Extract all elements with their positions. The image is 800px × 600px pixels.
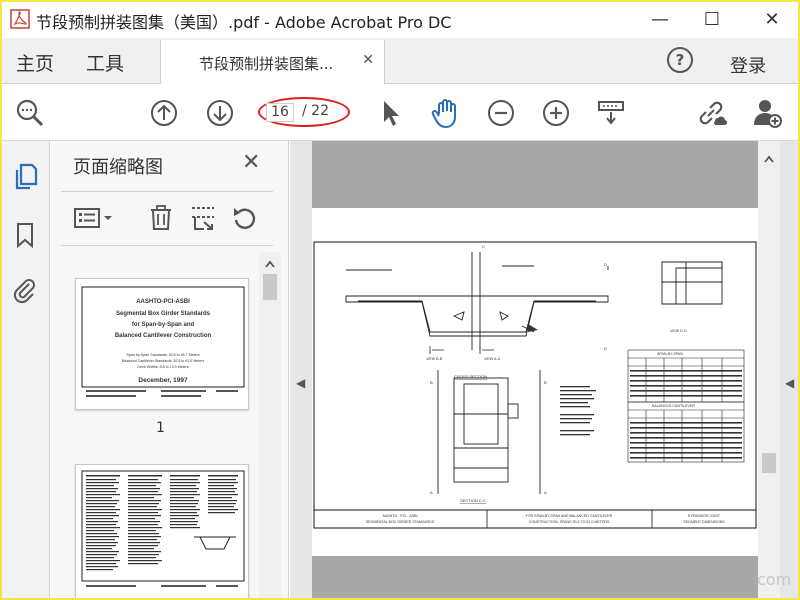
right-panel-gutter bbox=[780, 141, 800, 600]
thumbnail-list: AASHTO-PCI-ASBI Segmental Box Girder Sta… bbox=[51, 252, 289, 600]
title-block-mid-1: FOR SPAN-BY-SPAN AND BALANCED CANTILEVER bbox=[526, 514, 613, 518]
thumb1-subtext-2: Balanced Cantilever Standards: 30.5 to 6… bbox=[122, 359, 205, 363]
thumb1-date: December, 1997 bbox=[138, 377, 188, 384]
scroll-up-arrow-icon[interactable] bbox=[265, 260, 275, 268]
panel-title: 页面缩略图 bbox=[73, 157, 163, 178]
panel-scroll-thumb[interactable] bbox=[263, 274, 277, 300]
rotate-page-icon[interactable] bbox=[231, 203, 259, 233]
left-navigation-rail bbox=[0, 141, 50, 600]
options-menu-icon[interactable] bbox=[73, 203, 115, 233]
table1-title: SPAN-BY-SPAN bbox=[657, 352, 683, 356]
next-page-area bbox=[312, 556, 758, 600]
thumbnail-page-1[interactable]: AASHTO-PCI-ASBI Segmental Box Girder Sta… bbox=[75, 278, 249, 410]
hand-tool-icon[interactable] bbox=[429, 96, 463, 130]
menu-tools[interactable]: 工具 bbox=[86, 49, 124, 76]
page-navigator: 16 / 22 bbox=[258, 97, 350, 127]
thumb1-heading-4: Balanced Cantilever Construction bbox=[115, 333, 212, 339]
page-display-icon[interactable] bbox=[594, 96, 628, 130]
thumb1-subtext-1: Span-by-Span Standards: 30.5 to 45.7 Met… bbox=[126, 353, 200, 357]
view-bb-label: VIEW B-B bbox=[426, 357, 443, 361]
view-aa-label: VIEW A-A bbox=[484, 357, 501, 361]
marker-d-bottom: D bbox=[604, 346, 607, 351]
close-tab-icon[interactable]: ✕ bbox=[362, 52, 374, 68]
marker-a-left: A bbox=[430, 490, 433, 495]
zoom-out-icon[interactable] bbox=[484, 96, 518, 130]
title-bar: 节段预制拼装图集（美国）.pdf - Adobe Acrobat Pro DC … bbox=[0, 0, 800, 38]
watermark-text: com bbox=[757, 570, 792, 589]
divider bbox=[61, 191, 273, 192]
thumbnail-page-2[interactable] bbox=[75, 464, 249, 600]
page-down-icon[interactable] bbox=[203, 96, 237, 130]
zoom-in-icon[interactable] bbox=[539, 96, 573, 130]
title-block-mid-2: CONSTRUCTION, SPANS 30.5 TO 61.0 METERS bbox=[529, 520, 610, 524]
divider bbox=[61, 245, 273, 246]
login-button[interactable]: 登录 bbox=[730, 52, 766, 78]
title-block-left-2: SEGMENTAL BOX GIRDER STANDARDS bbox=[366, 520, 435, 524]
document-tab[interactable]: 节段预制拼装图集... ✕ bbox=[160, 40, 385, 84]
title-block-right-1: EXPANSION JOINT bbox=[688, 514, 721, 518]
table2-title: BALANCED CANTILEVER bbox=[652, 404, 695, 408]
document-scroll-thumb[interactable] bbox=[762, 453, 776, 473]
minimize-button[interactable]: — bbox=[640, 4, 680, 34]
toolbar: 16 / 22 bbox=[0, 85, 800, 141]
page-thumbnails-icon[interactable] bbox=[12, 163, 38, 191]
expand-right-panel-icon[interactable]: ◀ bbox=[785, 376, 794, 390]
title-block-left-1: AASHTO - PCI - ASBI bbox=[382, 514, 417, 518]
delete-page-icon[interactable] bbox=[149, 203, 173, 233]
thumb1-heading-3: for Span-by-Span and bbox=[132, 322, 195, 328]
maximize-button[interactable]: ☐ bbox=[692, 4, 732, 34]
page-number-input[interactable]: 16 bbox=[266, 103, 294, 122]
add-user-icon[interactable] bbox=[750, 96, 784, 130]
scroll-up-arrow-icon[interactable] bbox=[764, 155, 774, 163]
thumbnail-page-number: 1 bbox=[156, 420, 165, 436]
pdf-page: C D D VIEW B-B VIEW A-A CROSS SECTION VI… bbox=[312, 208, 758, 556]
marker-c-top: C bbox=[482, 244, 485, 249]
bookmarks-icon[interactable] bbox=[12, 221, 38, 249]
panel-scrollbar[interactable] bbox=[259, 252, 281, 600]
collapse-left-panel-icon[interactable]: ◀ bbox=[296, 376, 305, 390]
document-scrollbar[interactable] bbox=[758, 141, 780, 600]
extract-page-icon[interactable] bbox=[190, 203, 216, 233]
select-cursor-icon[interactable] bbox=[374, 96, 408, 130]
title-block-right-2: SEGMENT DIMENSIONS bbox=[683, 520, 725, 524]
section-cc-label: SECTION C-C bbox=[460, 498, 486, 503]
share-link-icon[interactable] bbox=[694, 96, 728, 130]
menu-home[interactable]: 主页 bbox=[16, 49, 54, 76]
thumbnail-panel: 页面缩略图 ✕ AASHTO-PCI-ASBI Segmental Box Gi… bbox=[51, 141, 289, 600]
window-title: 节段预制拼装图集（美国）.pdf - Adobe Acrobat Pro DC bbox=[36, 13, 452, 32]
marker-a-right: A bbox=[544, 490, 547, 495]
page-up-icon[interactable] bbox=[147, 96, 181, 130]
marker-b-right: B bbox=[544, 380, 547, 385]
marker-d-top: D bbox=[604, 262, 607, 267]
page-total: / 22 bbox=[302, 103, 329, 119]
acrobat-logo-icon bbox=[10, 9, 30, 29]
thumb1-heading-1: AASHTO-PCI-ASBI bbox=[136, 299, 190, 305]
document-view: C D D VIEW B-B VIEW A-A CROSS SECTION VI… bbox=[290, 141, 800, 600]
drawing-sheet: C D D VIEW B-B VIEW A-A CROSS SECTION VI… bbox=[313, 241, 757, 529]
close-panel-icon[interactable]: ✕ bbox=[242, 150, 260, 175]
previous-page-area bbox=[312, 141, 758, 208]
view-dd-label: VIEW D-D bbox=[670, 329, 687, 333]
close-window-button[interactable]: ✕ bbox=[752, 4, 792, 34]
attachments-icon[interactable] bbox=[12, 276, 38, 304]
marker-b-left: B bbox=[430, 380, 433, 385]
zoom-search-icon[interactable] bbox=[13, 96, 47, 130]
help-button[interactable]: ? bbox=[667, 47, 693, 73]
thumb1-subtext-3: Deck Widths: 8.8 to 13.9 Meters bbox=[137, 365, 188, 369]
document-tab-label: 节段预制拼装图集... bbox=[199, 55, 334, 73]
thumb1-heading-2: Segmental Box Girder Standards bbox=[116, 311, 211, 317]
